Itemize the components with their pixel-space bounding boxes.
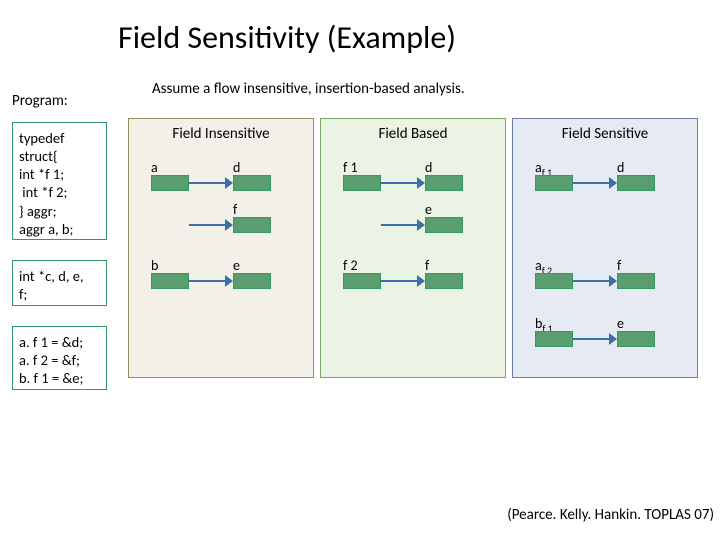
program-label: Program: (12, 92, 68, 110)
node-box (233, 273, 271, 289)
edge-b-e: b e (151, 257, 271, 289)
slide-title: Field Sensitivity (Example) (0, 0, 720, 57)
arrow-icon (381, 273, 425, 289)
panel-title: Field Sensitive (513, 119, 697, 145)
edge-bf1-e: bf 1 e (535, 315, 655, 347)
edge-a-f: x f (151, 201, 271, 233)
node-label: e (233, 257, 240, 273)
assumption-text: Assume a flow insensitive, insertion-bas… (152, 80, 465, 98)
node-label: bf 1 (535, 315, 553, 331)
panel-field-insensitive: Field Insensitive a d x f b e (128, 118, 314, 378)
node-box (343, 175, 381, 191)
arrow-icon (381, 217, 425, 233)
node-box (535, 273, 573, 289)
panel-field-sensitive: Field Sensitive af 1 d af 2 f bf 1 e (512, 118, 698, 378)
node-label: af 2 (535, 257, 552, 273)
node-label: a (151, 159, 158, 175)
arrow-icon (573, 273, 617, 289)
panel-field-based: Field Based f 1 d x e f 2 f (320, 118, 506, 378)
code-block-assign: a. f 1 = &d; a. f 2 = &f; b. f 1 = &e; (12, 326, 107, 390)
node-box (425, 273, 463, 289)
edge-f2-f: f 2 f (343, 257, 463, 289)
node-box (425, 217, 463, 233)
node-label: f 1 (343, 159, 358, 175)
code-block-typedef: typedef struct{ int *f 1; int *f 2; } ag… (12, 122, 107, 240)
node-box (233, 217, 271, 233)
arrow-icon (189, 175, 233, 191)
arrow-icon (381, 175, 425, 191)
node-label: af 1 (535, 159, 552, 175)
edge-f1-e: x e (343, 201, 463, 233)
node-label: f (617, 257, 621, 273)
citation-text: (Pearce. Kelly. Hankin. TOPLAS 07) (507, 506, 714, 524)
arrow-icon (573, 331, 617, 347)
panels-row: Field Insensitive a d x f b e Field Base… (128, 118, 698, 378)
edge-f1-d: f 1 d (343, 159, 463, 191)
node-box (617, 175, 655, 191)
node-label: f 2 (343, 257, 358, 273)
edge-af1-d: af 1 d (535, 159, 655, 191)
arrow-icon (189, 217, 233, 233)
node-box (535, 331, 573, 347)
edge-af2-f: af 2 f (535, 257, 655, 289)
node-label: d (617, 159, 624, 175)
edge-a-d: a d (151, 159, 271, 191)
node-label: d (425, 159, 432, 175)
panel-title: Field Insensitive (129, 119, 313, 145)
node-label: f (233, 201, 237, 217)
node-box (535, 175, 573, 191)
node-label: d (233, 159, 240, 175)
node-box (343, 273, 381, 289)
node-box (233, 175, 271, 191)
code-block-decl: int *c, d, e, f; (12, 260, 107, 306)
arrow-icon (189, 273, 233, 289)
node-box (617, 331, 655, 347)
node-box (617, 273, 655, 289)
node-label: f (425, 257, 429, 273)
node-box (151, 175, 189, 191)
node-label: e (617, 315, 624, 331)
panel-title: Field Based (321, 119, 505, 145)
node-label: e (425, 201, 432, 217)
arrow-icon (573, 175, 617, 191)
node-box (151, 273, 189, 289)
node-box (425, 175, 463, 191)
node-label: b (151, 257, 158, 273)
